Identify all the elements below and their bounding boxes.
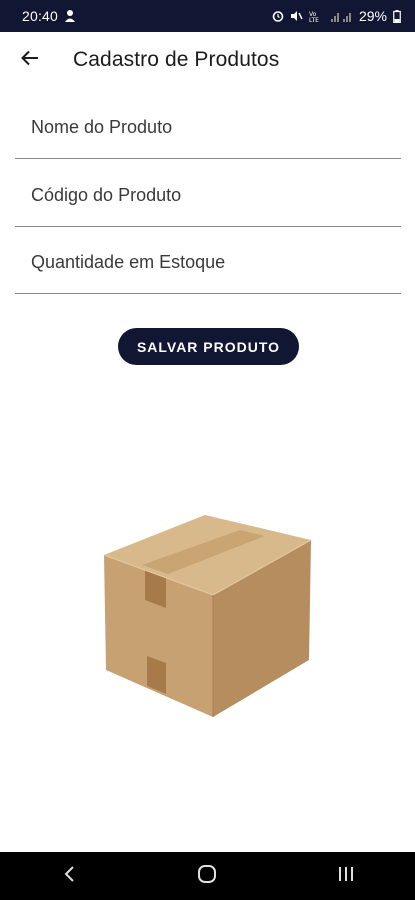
cardboard-box-image [100, 510, 315, 725]
volte-icon: Vo LTE [309, 10, 325, 22]
status-time: 20:40 [22, 8, 59, 24]
person-pin-icon [64, 9, 76, 23]
product-name-field [15, 103, 401, 159]
product-code-input[interactable] [15, 171, 401, 226]
alarm-icon [272, 10, 284, 22]
status-bar: 20:40 Vo LTE 29% [0, 0, 415, 32]
page-title: Cadastro de Produtos [73, 48, 280, 71]
arrow-back-icon [21, 50, 39, 71]
product-code-field [15, 171, 401, 227]
stock-quantity-input[interactable] [15, 238, 401, 293]
mute-icon [290, 10, 303, 22]
back-button[interactable] [14, 44, 46, 76]
screen: 20:40 Vo LTE 29% Cadastro de Produtos No… [0, 0, 415, 900]
battery-icon [393, 9, 401, 23]
signal-icon [330, 10, 353, 22]
status-right: Vo LTE 29% [272, 8, 401, 24]
app-bar: Cadastro de Produtos [0, 32, 415, 90]
recents-nav-icon [337, 866, 355, 887]
save-product-button[interactable]: SALVAR PRODUTO [118, 328, 299, 365]
stock-quantity-field [15, 238, 401, 294]
system-nav-bar [0, 852, 415, 900]
product-name-input[interactable] [15, 103, 401, 158]
svg-text:LTE: LTE [309, 17, 319, 22]
status-left: 20:40 [22, 8, 76, 24]
battery-percent: 29% [358, 8, 387, 24]
nav-recents-button[interactable] [316, 856, 376, 896]
back-nav-icon [63, 865, 75, 888]
home-nav-icon [197, 864, 217, 889]
nav-home-button[interactable] [177, 856, 237, 896]
nav-back-button[interactable] [39, 856, 99, 896]
